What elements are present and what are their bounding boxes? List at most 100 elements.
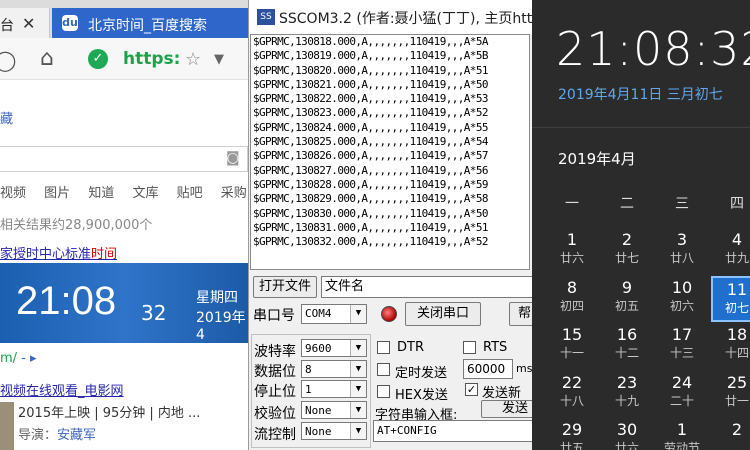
home-icon[interactable]: ⌂ [40,46,54,71]
result-link-highlight: 时间 [91,247,118,262]
browser-window: 台 ✕ du 北京时间_百度搜索 ◯ ⌂ ✓ https: ☆ ▼ 藏 ◙ 视频… [0,0,250,450]
hex-send-checkbox[interactable] [377,385,390,398]
nav-tab-video[interactable]: 视频 [0,186,26,201]
time-card-date: 2019年4 [196,310,246,343]
parity-value: None [305,404,332,417]
calendar-day[interactable]: 29 廿五 [546,418,598,450]
calendar-day[interactable]: 24 二十 [656,371,708,417]
chevron-down-icon: ▼ [350,361,366,377]
star-icon[interactable]: ☆ [185,49,201,70]
calendar-day[interactable]: 2 [711,418,750,450]
calendar-day[interactable]: 17 十三 [656,323,708,369]
chevron-down-icon[interactable]: ▼ [214,52,224,67]
calendar-day[interactable]: 9 初五 [601,276,653,322]
refresh-icon[interactable]: ◯ [0,48,16,72]
timer-interval-input[interactable]: 60000 [463,359,513,379]
weekday-header: 四 [730,196,744,212]
tab-beijing-time[interactable]: du 北京时间_百度搜索 [52,8,250,38]
filename-field[interactable]: 文件名 [321,276,532,298]
receive-line: $GPRMC,130827.000,A,,,,,,,110419,,,A*56 [253,163,488,177]
day-number: 11 [726,279,748,299]
send-button[interactable]: 发送 [481,400,532,418]
clock-date[interactable]: 2019年4月11日 三月初七 [558,84,723,104]
calendar-day[interactable]: 11 初七 [711,275,750,322]
close-port-button[interactable]: 关闭串口 [405,302,481,326]
nav-tab-images[interactable]: 图片 [44,186,70,201]
camera-icon[interactable]: ◙ [226,150,240,166]
parity-select[interactable]: None ▼ [301,401,367,419]
dtr-checkbox[interactable] [377,341,390,354]
shield-icon[interactable]: ✓ [88,49,108,69]
day-number: 25 [726,372,748,392]
rts-checkbox[interactable] [463,341,476,354]
calendar-day[interactable]: 10 初六 [656,276,708,322]
receive-area[interactable]: $GPRMC,130818.000,A,,,,,,,110419,,,A*5A $… [250,34,530,270]
nav-tab-purchase[interactable]: 采购 [221,186,247,201]
nav-tab-wenku[interactable]: 文库 [132,186,158,201]
calendar-day[interactable]: 2 廿七 [601,228,653,274]
tab-baidu[interactable]: 台 ✕ [0,8,50,38]
calendar-day[interactable]: 1 劳动节 [656,418,708,450]
receive-line: $GPRMC,130818.000,A,,,,,,,110419,,,A*5A [253,35,488,48]
time-card-time: 21:08 [16,279,117,323]
sscom-logo-icon: SS [257,9,275,25]
tab-label: 台 [0,18,14,34]
calendar-day[interactable]: 16 十二 [601,323,653,369]
calendar-day[interactable]: 23 十九 [601,371,653,417]
calendar-day[interactable]: 30 廿六 [601,418,653,450]
weekday-header: 二 [620,196,634,212]
lunar-date: 十九 [614,393,639,408]
lunar-date: 十四 [724,346,749,360]
day-number: 16 [616,325,638,344]
calendar-day[interactable]: 3 廿八 [656,228,708,274]
calendar-day[interactable]: 8 初四 [546,276,598,322]
close-icon[interactable]: ✕ [22,14,35,33]
result-count: 相关结果约28,900,000个 [0,218,153,233]
day-number: 4 [731,230,743,249]
day-number: 30 [616,420,638,439]
calendar-day[interactable]: 18 十四 [711,323,750,369]
calendar-month[interactable]: 2019年4月 [558,148,636,169]
result-url[interactable]: m/ - ▸ [0,351,37,366]
stopbits-select[interactable]: 1 ▼ [301,380,367,398]
send-input[interactable]: AT+CONFIG [373,420,532,442]
day-number: 8 [566,277,578,297]
baidu-paw-icon: du [62,15,78,31]
receive-line: $GPRMC,130831.000,A,,,,,,,110419,,,A*51 [253,220,488,234]
result-link[interactable]: 家授时中心标准时间 [0,243,117,262]
calendar-day[interactable]: 25 廿一 [711,371,750,417]
chevron-down-icon: ▼ [350,305,366,323]
lunar-date: 廿一 [724,393,749,408]
flow-value: None [305,425,332,438]
calendar-day[interactable]: 15 十一 [546,323,598,369]
nav-tab-tieba[interactable]: 贴吧 [177,186,203,201]
send-newline-checkbox[interactable]: ✓ [465,383,478,396]
baud-select[interactable]: 9600 ▼ [301,339,367,357]
movie-thumbnail[interactable] [0,402,14,450]
time-card-weekday: 星期四 [196,290,238,306]
search-input[interactable] [0,146,248,172]
url-text[interactable]: https: [123,49,180,69]
sscom-window: SS SSCOM3.2 (作者:聂小猛(丁丁), 主页http: $GPRMC,… [248,0,532,450]
flow-select[interactable]: None ▼ [301,422,367,440]
timer-send-checkbox[interactable] [377,363,390,376]
databits-select[interactable]: 8 ▼ [301,360,367,378]
lunar-date: 十一 [559,346,584,360]
calendar-day[interactable]: 22 十八 [546,371,598,417]
help-button[interactable]: 帮 [509,302,532,326]
bookmark-item[interactable]: 藏 [0,108,13,127]
calendar-day[interactable]: 1 廿六 [546,228,598,274]
lunar-date: 初五 [614,298,639,313]
port-select[interactable]: COM4 ▼ [301,304,367,324]
receive-line: $GPRMC,130820.000,A,,,,,,,110419,,,A*51 [253,63,488,77]
calendar-day[interactable]: 4 廿九 [711,228,750,274]
nav-tab-zhidao[interactable]: 知道 [88,186,114,201]
databits-value: 8 [305,363,312,376]
open-file-button[interactable]: 打开文件 [253,276,317,298]
movie-link[interactable]: 视频在线观看_电影网 [0,380,124,399]
receive-line: $GPRMC,130830.000,A,,,,,,,110419,,,A*50 [253,206,488,220]
receive-line: $GPRMC,130826.000,A,,,,,,,110419,,,A*57 [253,149,488,163]
director-name[interactable]: 安藏军 [57,428,96,443]
result-url-text: m/ [0,351,18,366]
receive-line: $GPRMC,130832.000,A,,,,,,,110419,,,A*52 [253,235,488,249]
